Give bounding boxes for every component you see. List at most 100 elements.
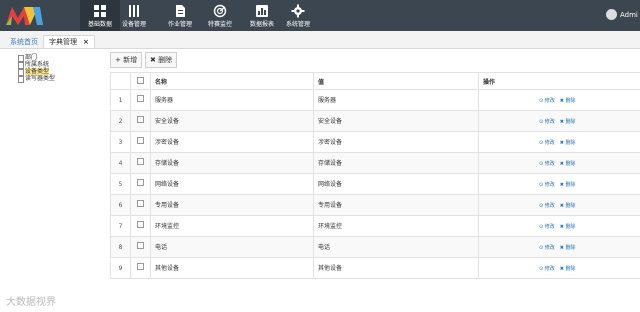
cell-name: 网络设备 (150, 173, 314, 195)
row-number: 2 (110, 110, 131, 132)
edit-button[interactable]: ⊙ 修改 (539, 119, 555, 125)
cell-ops: ⊙ 修改 ✖ 删除 (478, 89, 640, 111)
delete-row-button[interactable]: ✖ 删除 (560, 203, 576, 209)
row-number: 9 (110, 257, 131, 279)
cell-ops: ⊙ 修改 ✖ 删除 (478, 257, 640, 279)
delete-button[interactable]: ✖ 删除 (145, 52, 178, 68)
nav-label: 作业管理 (167, 21, 192, 28)
row-number: 1 (110, 89, 131, 111)
nav-label: 系统管理 (285, 21, 310, 28)
row-checkbox[interactable] (130, 257, 151, 279)
delete-row-button[interactable]: ✖ 删除 (560, 140, 576, 146)
add-button[interactable]: + 新增 (110, 52, 143, 68)
delete-row-button[interactable]: ✖ 删除 (560, 182, 576, 188)
delete-row-button[interactable]: ✖ 删除 (560, 266, 576, 272)
edit-button[interactable]: ⊙ 修改 (539, 161, 555, 167)
user-menu[interactable]: Admi (602, 0, 640, 31)
delete-row-button[interactable]: ✖ 删除 (560, 245, 576, 251)
table-row[interactable]: 7 环境监控 环境监控 ⊙ 修改 ✖ 删除 (110, 215, 640, 237)
cell-value: 环境监控 (313, 215, 479, 237)
table-row[interactable]: 1 服务器 服务器 ⊙ 修改 ✖ 删除 (110, 89, 640, 111)
edit-button[interactable]: ⊙ 修改 (539, 203, 555, 209)
tree-item-selected[interactable]: 设备类型 (18, 68, 55, 76)
cell-ops: ⊙ 修改 ✖ 删除 (478, 215, 640, 237)
tab-home[interactable]: 系统首页 (4, 35, 44, 48)
app-logo (6, 7, 43, 25)
nav-label: 数据报表 (249, 21, 274, 28)
tab-dictionary[interactable]: 字典管理 × (43, 35, 95, 48)
table-row[interactable]: 2 安全设备 安全设备 ⊙ 修改 ✖ 删除 (110, 110, 640, 132)
nav-data-reports[interactable]: 数据报表 (242, 0, 282, 31)
chart-icon (256, 5, 268, 17)
row-number: 3 (110, 131, 131, 153)
tree-item[interactable]: 部门 (18, 54, 55, 62)
user-name: Admi (620, 11, 638, 19)
cell-ops: ⊙ 修改 ✖ 删除 (478, 173, 640, 195)
delete-row-button[interactable]: ✖ 删除 (560, 161, 576, 167)
cell-name: 安全设备 (150, 110, 314, 132)
tab-bar: 系统首页 字典管理 × (0, 31, 640, 49)
edit-button[interactable]: ⊙ 修改 (539, 245, 555, 251)
nav-system-management[interactable]: 系统管理 (278, 0, 318, 31)
table-row[interactable]: 4 存储设备 存储设备 ⊙ 修改 ✖ 删除 (110, 152, 640, 174)
cell-ops: ⊙ 修改 ✖ 删除 (478, 131, 640, 153)
cell-name: 电话 (150, 236, 314, 258)
nav-label: 特赛监控 (207, 21, 232, 28)
row-checkbox[interactable] (130, 215, 151, 237)
table-header-row: 名称 值 操作 (110, 72, 640, 90)
tree-item[interactable]: 所属系统 (18, 61, 55, 69)
table-row[interactable]: 3 涉密设备 涉密设备 ⊙ 修改 ✖ 删除 (110, 131, 640, 153)
row-number: 8 (110, 236, 131, 258)
row-checkbox[interactable] (130, 131, 151, 153)
edit-button[interactable]: ⊙ 修改 (539, 266, 555, 272)
cell-value: 网络设备 (313, 173, 479, 195)
cell-value: 安全设备 (313, 110, 479, 132)
nav-device-management[interactable]: 设备管理 (114, 0, 154, 31)
dictionary-table: 名称 值 操作 1 服务器 服务器 ⊙ 修改 ✖ 删除 2 安全设备 安全设备 ⊙ 修改 ✖ 删除… (110, 72, 640, 279)
table-row[interactable]: 9 其他设备 其他设备 ⊙ 修改 ✖ 删除 (110, 257, 640, 279)
table-row[interactable]: 5 网络设备 网络设备 ⊙ 修改 ✖ 删除 (110, 173, 640, 195)
bars-icon (129, 5, 139, 17)
cell-value: 专用设备 (313, 194, 479, 216)
delete-row-button[interactable]: ✖ 删除 (560, 98, 576, 104)
watermark: 大数据视界 (6, 297, 56, 308)
avatar (606, 9, 617, 20)
radar-icon (213, 4, 227, 18)
cell-name: 涉密设备 (150, 131, 314, 153)
tab-label: 系统首页 (10, 38, 38, 46)
cell-value: 电话 (313, 236, 479, 258)
top-navbar: 基础数据 设备管理 作业管理 特赛监控 数据报表 系统管理 Admi (0, 0, 640, 31)
cell-ops: ⊙ 修改 ✖ 删除 (478, 152, 640, 174)
nav-job-management[interactable]: 作业管理 (160, 0, 200, 31)
row-checkbox[interactable] (130, 194, 151, 216)
row-checkbox[interactable] (130, 173, 151, 195)
nav-label: 设备管理 (121, 21, 146, 28)
edit-button[interactable]: ⊙ 修改 (539, 98, 555, 104)
tree-item[interactable]: 读写器类型 (18, 75, 55, 83)
row-checkbox[interactable] (130, 152, 151, 174)
cell-ops: ⊙ 修改 ✖ 删除 (478, 194, 640, 216)
grid-icon (94, 5, 106, 17)
cell-name: 服务器 (150, 89, 314, 111)
row-checkbox[interactable] (130, 110, 151, 132)
edit-button[interactable]: ⊙ 修改 (539, 224, 555, 230)
name-header: 名称 (150, 72, 314, 90)
nav-monitoring[interactable]: 特赛监控 (200, 0, 240, 31)
table-row[interactable]: 8 电话 电话 ⊙ 修改 ✖ 删除 (110, 236, 640, 258)
close-icon[interactable]: × (83, 38, 89, 46)
value-header: 值 (313, 72, 479, 90)
row-number: 7 (110, 215, 131, 237)
row-checkbox[interactable] (130, 236, 151, 258)
dictionary-tree: 部门 所属系统 设备类型 读写器类型 (18, 54, 55, 83)
select-all-checkbox[interactable] (130, 72, 151, 90)
row-checkbox[interactable] (130, 89, 151, 111)
table-row[interactable]: 6 专用设备 专用设备 ⊙ 修改 ✖ 删除 (110, 194, 640, 216)
delete-row-button[interactable]: ✖ 删除 (560, 119, 576, 125)
delete-row-button[interactable]: ✖ 删除 (560, 224, 576, 230)
file-icon (18, 76, 24, 83)
cell-value: 存储设备 (313, 152, 479, 174)
cell-ops: ⊙ 修改 ✖ 删除 (478, 236, 640, 258)
edit-button[interactable]: ⊙ 修改 (539, 140, 555, 146)
document-icon (176, 5, 185, 17)
edit-button[interactable]: ⊙ 修改 (539, 182, 555, 188)
